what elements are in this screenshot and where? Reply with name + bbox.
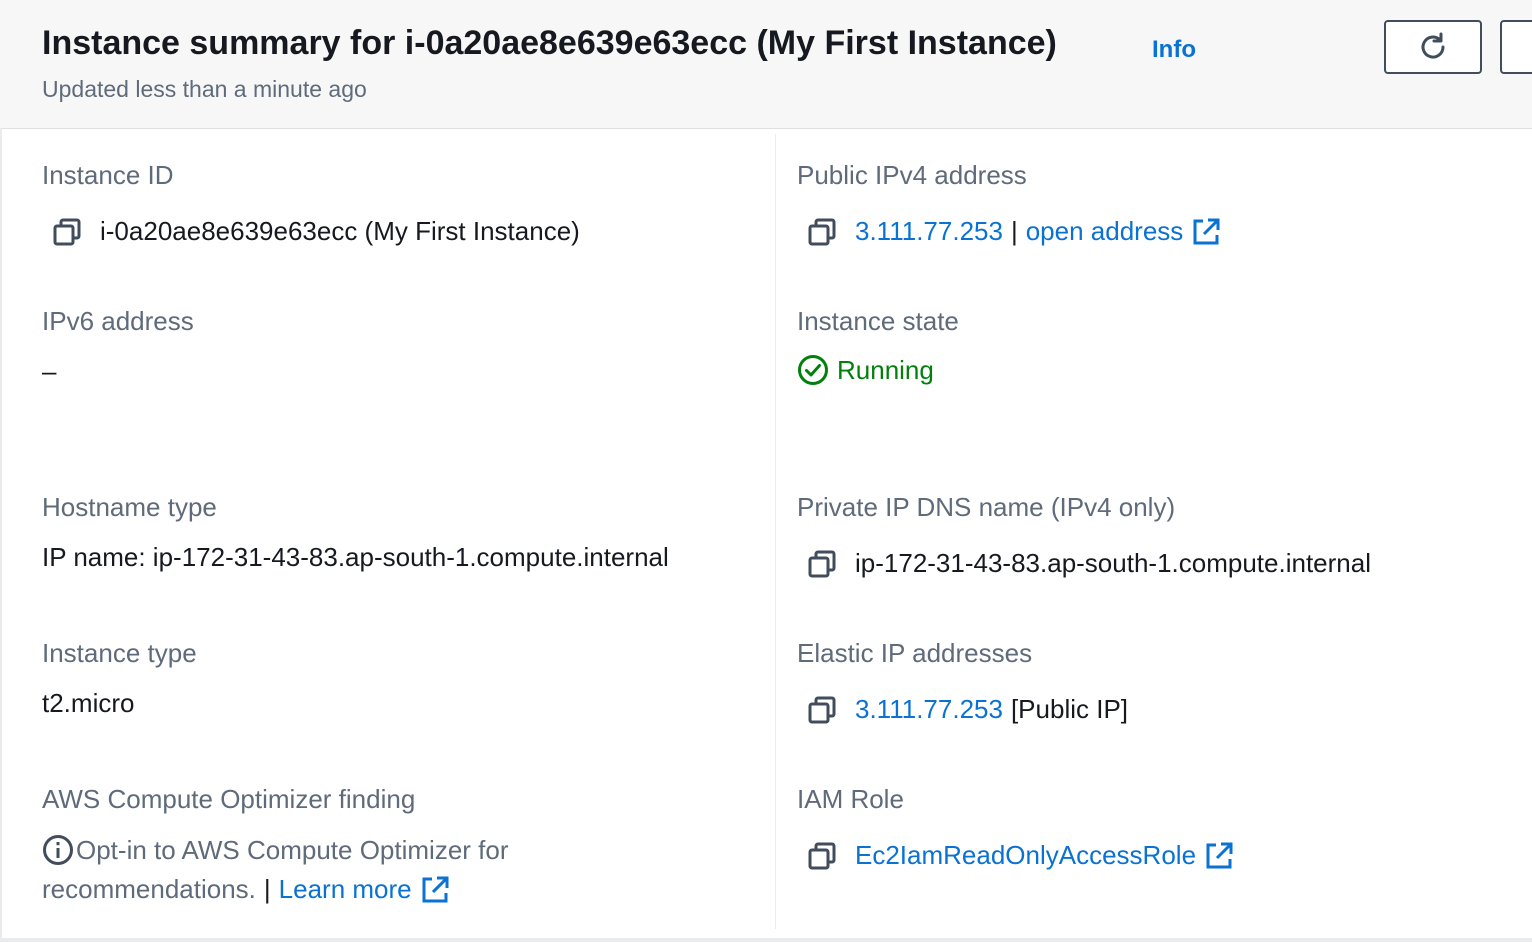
optimizer-separator: | bbox=[263, 874, 271, 904]
public-ipv4-link[interactable]: 3.111.77.253 bbox=[855, 216, 1003, 247]
instance-state-label: Instance state bbox=[797, 306, 959, 336]
public-ipv4-separator: | bbox=[1010, 216, 1018, 246]
panel-left-border bbox=[0, 128, 2, 942]
instance-id-value: i-0a20ae8e639e63ecc (My First Instance) bbox=[52, 216, 580, 247]
page-title: Instance summary for i-0a20ae8e639e63ecc… bbox=[42, 24, 1057, 62]
optimizer-text-2: recommendations. bbox=[42, 874, 256, 904]
instance-type-label: Instance type bbox=[42, 638, 197, 668]
copy-icon[interactable] bbox=[807, 841, 837, 871]
copy-icon[interactable] bbox=[807, 549, 837, 579]
hostname-type-value: IP name: ip-172-31-43-83.ap-south-1.comp… bbox=[42, 542, 669, 572]
public-ipv4-value: 3.111.77.253 | open address bbox=[807, 216, 1221, 247]
iam-role-value: Ec2IamReadOnlyAccessRole bbox=[807, 840, 1234, 871]
public-ipv4-label: Public IPv4 address bbox=[797, 160, 1027, 190]
external-link-icon[interactable] bbox=[420, 875, 450, 905]
optimizer-line-2: recommendations. | Learn more bbox=[42, 874, 450, 905]
optimizer-line-1: Opt-in to AWS Compute Optimizer for bbox=[42, 834, 509, 866]
external-link-icon[interactable] bbox=[1204, 841, 1234, 871]
info-link[interactable]: Info bbox=[1152, 36, 1196, 64]
copy-icon[interactable] bbox=[52, 217, 82, 247]
instance-state-text: Running bbox=[837, 354, 934, 385]
instance-id-text: i-0a20ae8e639e63ecc (My First Instance) bbox=[100, 216, 580, 246]
optimizer-label: AWS Compute Optimizer finding bbox=[42, 784, 416, 814]
status-check-icon bbox=[798, 355, 828, 385]
instance-id-label: Instance ID bbox=[42, 160, 174, 190]
refresh-icon bbox=[1421, 32, 1445, 59]
external-link-icon[interactable] bbox=[1191, 217, 1221, 247]
private-dns-label: Private IP DNS name (IPv4 only) bbox=[797, 492, 1176, 522]
private-dns-text: ip-172-31-43-83.ap-south-1.compute.inter… bbox=[855, 548, 1371, 578]
optimizer-text-1: Opt-in to AWS Compute Optimizer for bbox=[76, 834, 509, 865]
copy-icon[interactable] bbox=[807, 217, 837, 247]
elastic-ip-label: Elastic IP addresses bbox=[797, 638, 1033, 668]
copy-icon[interactable] bbox=[807, 695, 837, 725]
instance-type-value: t2.micro bbox=[42, 688, 135, 718]
info-circle-icon bbox=[43, 835, 73, 865]
learn-more-link[interactable]: Learn more bbox=[279, 874, 412, 905]
summary-header: Instance summary for i-0a20ae8e639e63ecc… bbox=[0, 0, 1532, 129]
elastic-ip-link[interactable]: 3.111.77.253 bbox=[855, 694, 1003, 725]
ipv6-value: – bbox=[42, 356, 57, 386]
column-divider bbox=[775, 134, 776, 929]
iam-role-link[interactable]: Ec2IamReadOnlyAccessRole bbox=[855, 840, 1196, 871]
hostname-type-label: Hostname type bbox=[42, 492, 217, 522]
open-address-link[interactable]: open address bbox=[1026, 216, 1184, 247]
elastic-ip-value: 3.111.77.253 [Public IP] bbox=[807, 694, 1128, 725]
refresh-button[interactable] bbox=[1384, 20, 1482, 74]
updated-timestamp: Updated less than a minute ago bbox=[42, 76, 367, 102]
iam-role-label: IAM Role bbox=[797, 784, 904, 814]
panel-bottom-border bbox=[0, 938, 1532, 942]
elastic-ip-suffix: [Public IP] bbox=[1010, 694, 1129, 724]
instance-state-value: Running bbox=[797, 354, 934, 386]
private-dns-value: ip-172-31-43-83.ap-south-1.compute.inter… bbox=[807, 548, 1371, 579]
ipv6-label: IPv6 address bbox=[42, 306, 194, 336]
connect-button[interactable] bbox=[1500, 20, 1532, 74]
